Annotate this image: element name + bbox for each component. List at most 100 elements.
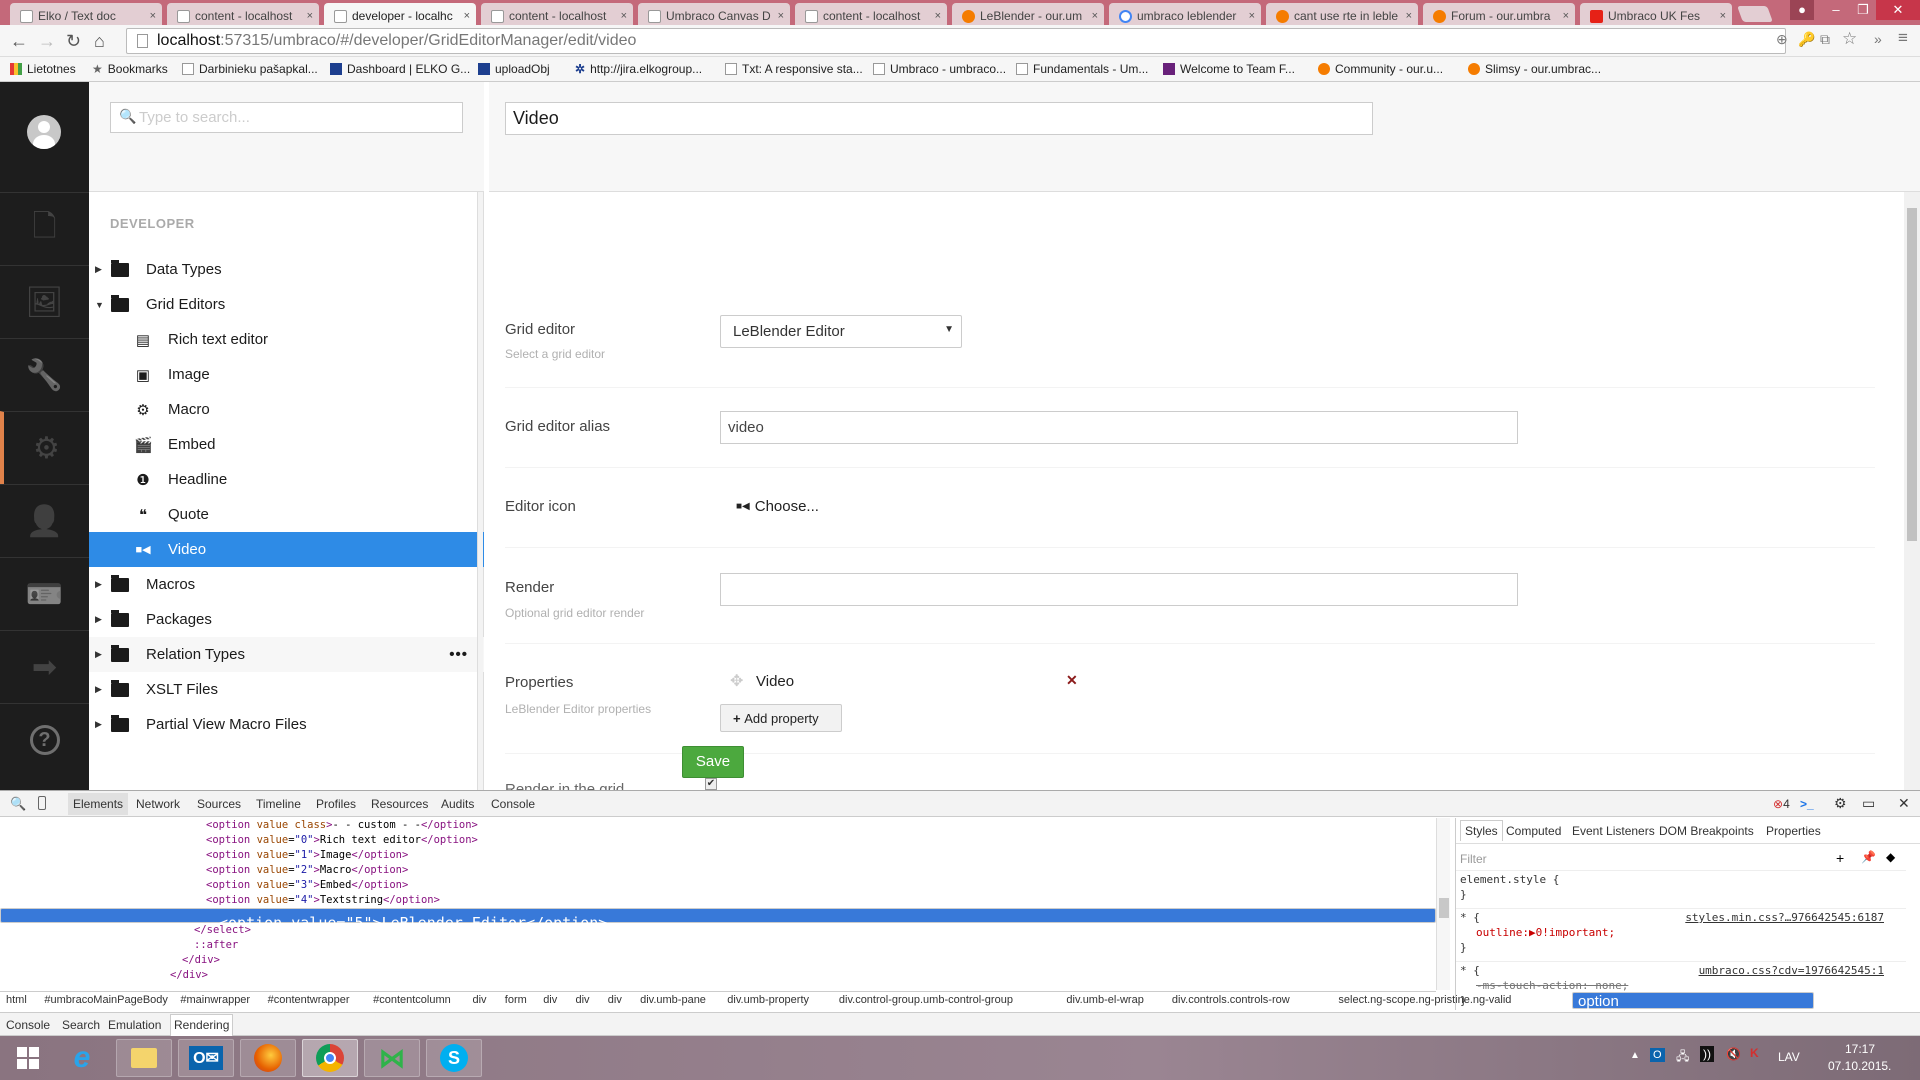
devtools-tab-elements[interactable]: Elements (68, 793, 129, 815)
tab-close-icon[interactable]: × (464, 10, 470, 22)
bookmark-item[interactable]: Community - our.u... (1318, 62, 1443, 76)
devtools-tab-profiles[interactable]: Profiles (316, 797, 356, 811)
bookmark-item[interactable]: Txt: A responsive sta... (725, 62, 863, 76)
alias-input[interactable]: video (720, 411, 1518, 444)
caret-right-icon[interactable]: ▶ (95, 719, 102, 730)
rule-source-link[interactable]: styles.min.css?…976642545:6187 (1685, 911, 1884, 924)
tab-close-icon[interactable]: × (778, 10, 784, 22)
bookmark-item[interactable]: ✲ http://jira.elkogroup... (575, 62, 702, 76)
tree-node-image[interactable]: ▣ Image (89, 357, 484, 392)
browser-tab[interactable]: Umbraco Canvas D × (638, 3, 790, 25)
browser-tab[interactable]: LeBlender - our.um × (952, 3, 1104, 25)
tab-close-icon[interactable]: × (1406, 10, 1412, 22)
dom-node[interactable]: <option value="5">LeBlender Editor</opti… (0, 908, 1436, 931)
zoom-icon[interactable]: ⊕ (1776, 31, 1788, 48)
reload-button[interactable]: ↻ (66, 31, 81, 51)
breadcrumb-item[interactable]: div.umb-pane (640, 994, 706, 1006)
section-forms[interactable]: ➡ (0, 630, 89, 703)
breadcrumb-item[interactable]: div (576, 994, 590, 1006)
tree-node-headline[interactable]: ❶ Headline (89, 462, 484, 497)
drawer-tab-search[interactable]: Search (62, 1018, 100, 1032)
tree-resize-handle[interactable] (477, 192, 483, 790)
styles-tab-computed[interactable]: Computed (1506, 824, 1561, 838)
settings-gear-icon[interactable]: ⚙ (1834, 795, 1847, 812)
bookmark-star-icon[interactable]: ☆ (1842, 29, 1857, 49)
tree-node-quote[interactable]: ❝ Quote (89, 497, 484, 532)
dom-node[interactable]: <option value="2">Macro</option> (0, 863, 1436, 878)
tab-close-icon[interactable]: × (1092, 10, 1098, 22)
browser-tab[interactable]: Forum - our.umbra × (1423, 3, 1575, 25)
internet-explorer-icon[interactable]: e (54, 1039, 110, 1077)
bookmark-item[interactable]: Welcome to Team F... (1163, 62, 1295, 76)
dom-node[interactable]: </select> (0, 923, 1436, 938)
breadcrumb-item[interactable]: #contentwrapper (268, 994, 350, 1006)
breadcrumb-item[interactable]: form (505, 994, 527, 1006)
new-tab-button[interactable] (1737, 6, 1773, 22)
browser-tab[interactable]: developer - localhc × (324, 3, 476, 25)
caret-right-icon[interactable]: ▶ (95, 649, 102, 660)
dom-node[interactable]: <option value="0">Rich text editor</opti… (0, 833, 1436, 848)
caret-right-icon[interactable]: ▶ (95, 684, 102, 695)
rule-selector[interactable]: * { (1460, 911, 1480, 924)
bookmark-item[interactable]: Slimsy - our.umbrac... (1468, 62, 1601, 76)
tab-close-icon[interactable]: × (621, 10, 627, 22)
inspect-element-icon[interactable]: 🔍 (10, 796, 26, 812)
clock-date[interactable]: 07.10.2015. (1828, 1059, 1891, 1073)
antivirus-icon[interactable]: K (1750, 1046, 1759, 1060)
bookmark-item[interactable]: ★ Bookmarks (92, 62, 168, 76)
breadcrumb-item[interactable]: div.control-group.umb-control-group (839, 994, 1013, 1006)
render-in-grid-checkbox[interactable]: ✔ (705, 778, 717, 790)
search-input[interactable]: 🔍 Type to search... (110, 102, 463, 133)
devtools-tab-sources[interactable]: Sources (197, 797, 241, 811)
choose-icon-link[interactable]: ■◀ Choose... (736, 498, 819, 515)
breadcrumb-item[interactable]: div.controls.controls-row (1172, 994, 1290, 1006)
bookmark-item[interactable]: Fundamentals - Um... (1016, 62, 1148, 76)
dom-node[interactable]: <option value="1">Image</option> (0, 848, 1436, 863)
tab-close-icon[interactable]: × (1720, 10, 1726, 22)
browser-tab[interactable]: umbraco leblender × (1109, 3, 1261, 25)
node-actions-menu[interactable]: ••• (449, 646, 468, 663)
bookmark-item[interactable]: Dashboard | ELKO G... (330, 62, 470, 76)
section-users[interactable]: 👤 (0, 484, 89, 557)
dom-node[interactable]: <option value="3">Embed</option> (0, 878, 1436, 893)
dom-scroll-thumb[interactable] (1439, 898, 1449, 918)
grid-editor-select[interactable]: LeBlender Editor ▼ (720, 315, 962, 348)
devtools-tab-audits[interactable]: Audits (441, 797, 474, 811)
firefox-icon[interactable] (240, 1039, 296, 1077)
address-bar[interactable]: localhost:57315/umbraco/#/developer/Grid… (126, 28, 1786, 54)
new-style-rule-icon[interactable]: + (1836, 850, 1844, 866)
show-hidden-icons[interactable]: ▲ (1630, 1050, 1640, 1061)
caret-right-icon[interactable]: ▶ (95, 264, 102, 275)
devtools-tab-network[interactable]: Network (136, 797, 180, 811)
key-icon[interactable]: 🔑 (1798, 31, 1815, 48)
maximize-button[interactable]: ❐ (1850, 0, 1876, 20)
visual-studio-icon[interactable]: ⋈ (364, 1039, 420, 1077)
tab-close-icon[interactable]: × (307, 10, 313, 22)
browser-tab[interactable]: content - localhost × (481, 3, 633, 25)
tree-node-rich-text-editor[interactable]: ▤ Rich text editor (89, 322, 484, 357)
browser-tab[interactable]: Umbraco UK Fes × (1580, 3, 1732, 25)
drawer-tab-emulation[interactable]: Emulation (108, 1018, 161, 1032)
back-button[interactable]: ← (10, 31, 28, 51)
dom-node[interactable]: </div> (0, 953, 1436, 968)
input-language[interactable]: LAV (1778, 1050, 1800, 1064)
error-count[interactable]: ⊗4 (1773, 797, 1790, 811)
save-button[interactable]: Save (682, 746, 744, 778)
remove-property-icon[interactable]: ✕ (1066, 672, 1078, 689)
color-format-icon[interactable]: ◆ (1886, 850, 1895, 864)
tab-close-icon[interactable]: × (935, 10, 941, 22)
tree-node-embed[interactable]: 🎬 Embed (89, 427, 484, 462)
bookmark-item[interactable]: Umbraco - umbraco... (873, 62, 1006, 76)
breadcrumb-item[interactable]: div (608, 994, 622, 1006)
breadcrumb-item[interactable]: #contentcolumn (373, 994, 451, 1006)
tree-node[interactable]: ▶ Data Types (89, 252, 484, 287)
device-mode-icon[interactable] (38, 796, 46, 810)
bookmark-item[interactable]: Darbinieku pašapkal... (182, 62, 318, 76)
render-input[interactable] (720, 573, 1518, 606)
tree-node[interactable]: ▶ Partial View Macro Files (89, 707, 484, 742)
breadcrumb-item[interactable]: div.umb-property (727, 994, 809, 1006)
profile-icon[interactable]: ● (1790, 0, 1814, 20)
close-devtools-icon[interactable]: ✕ (1898, 795, 1910, 812)
rule-selector[interactable]: element.style { (1460, 873, 1559, 886)
breadcrumb-item[interactable]: div.umb-el-wrap (1066, 994, 1143, 1006)
